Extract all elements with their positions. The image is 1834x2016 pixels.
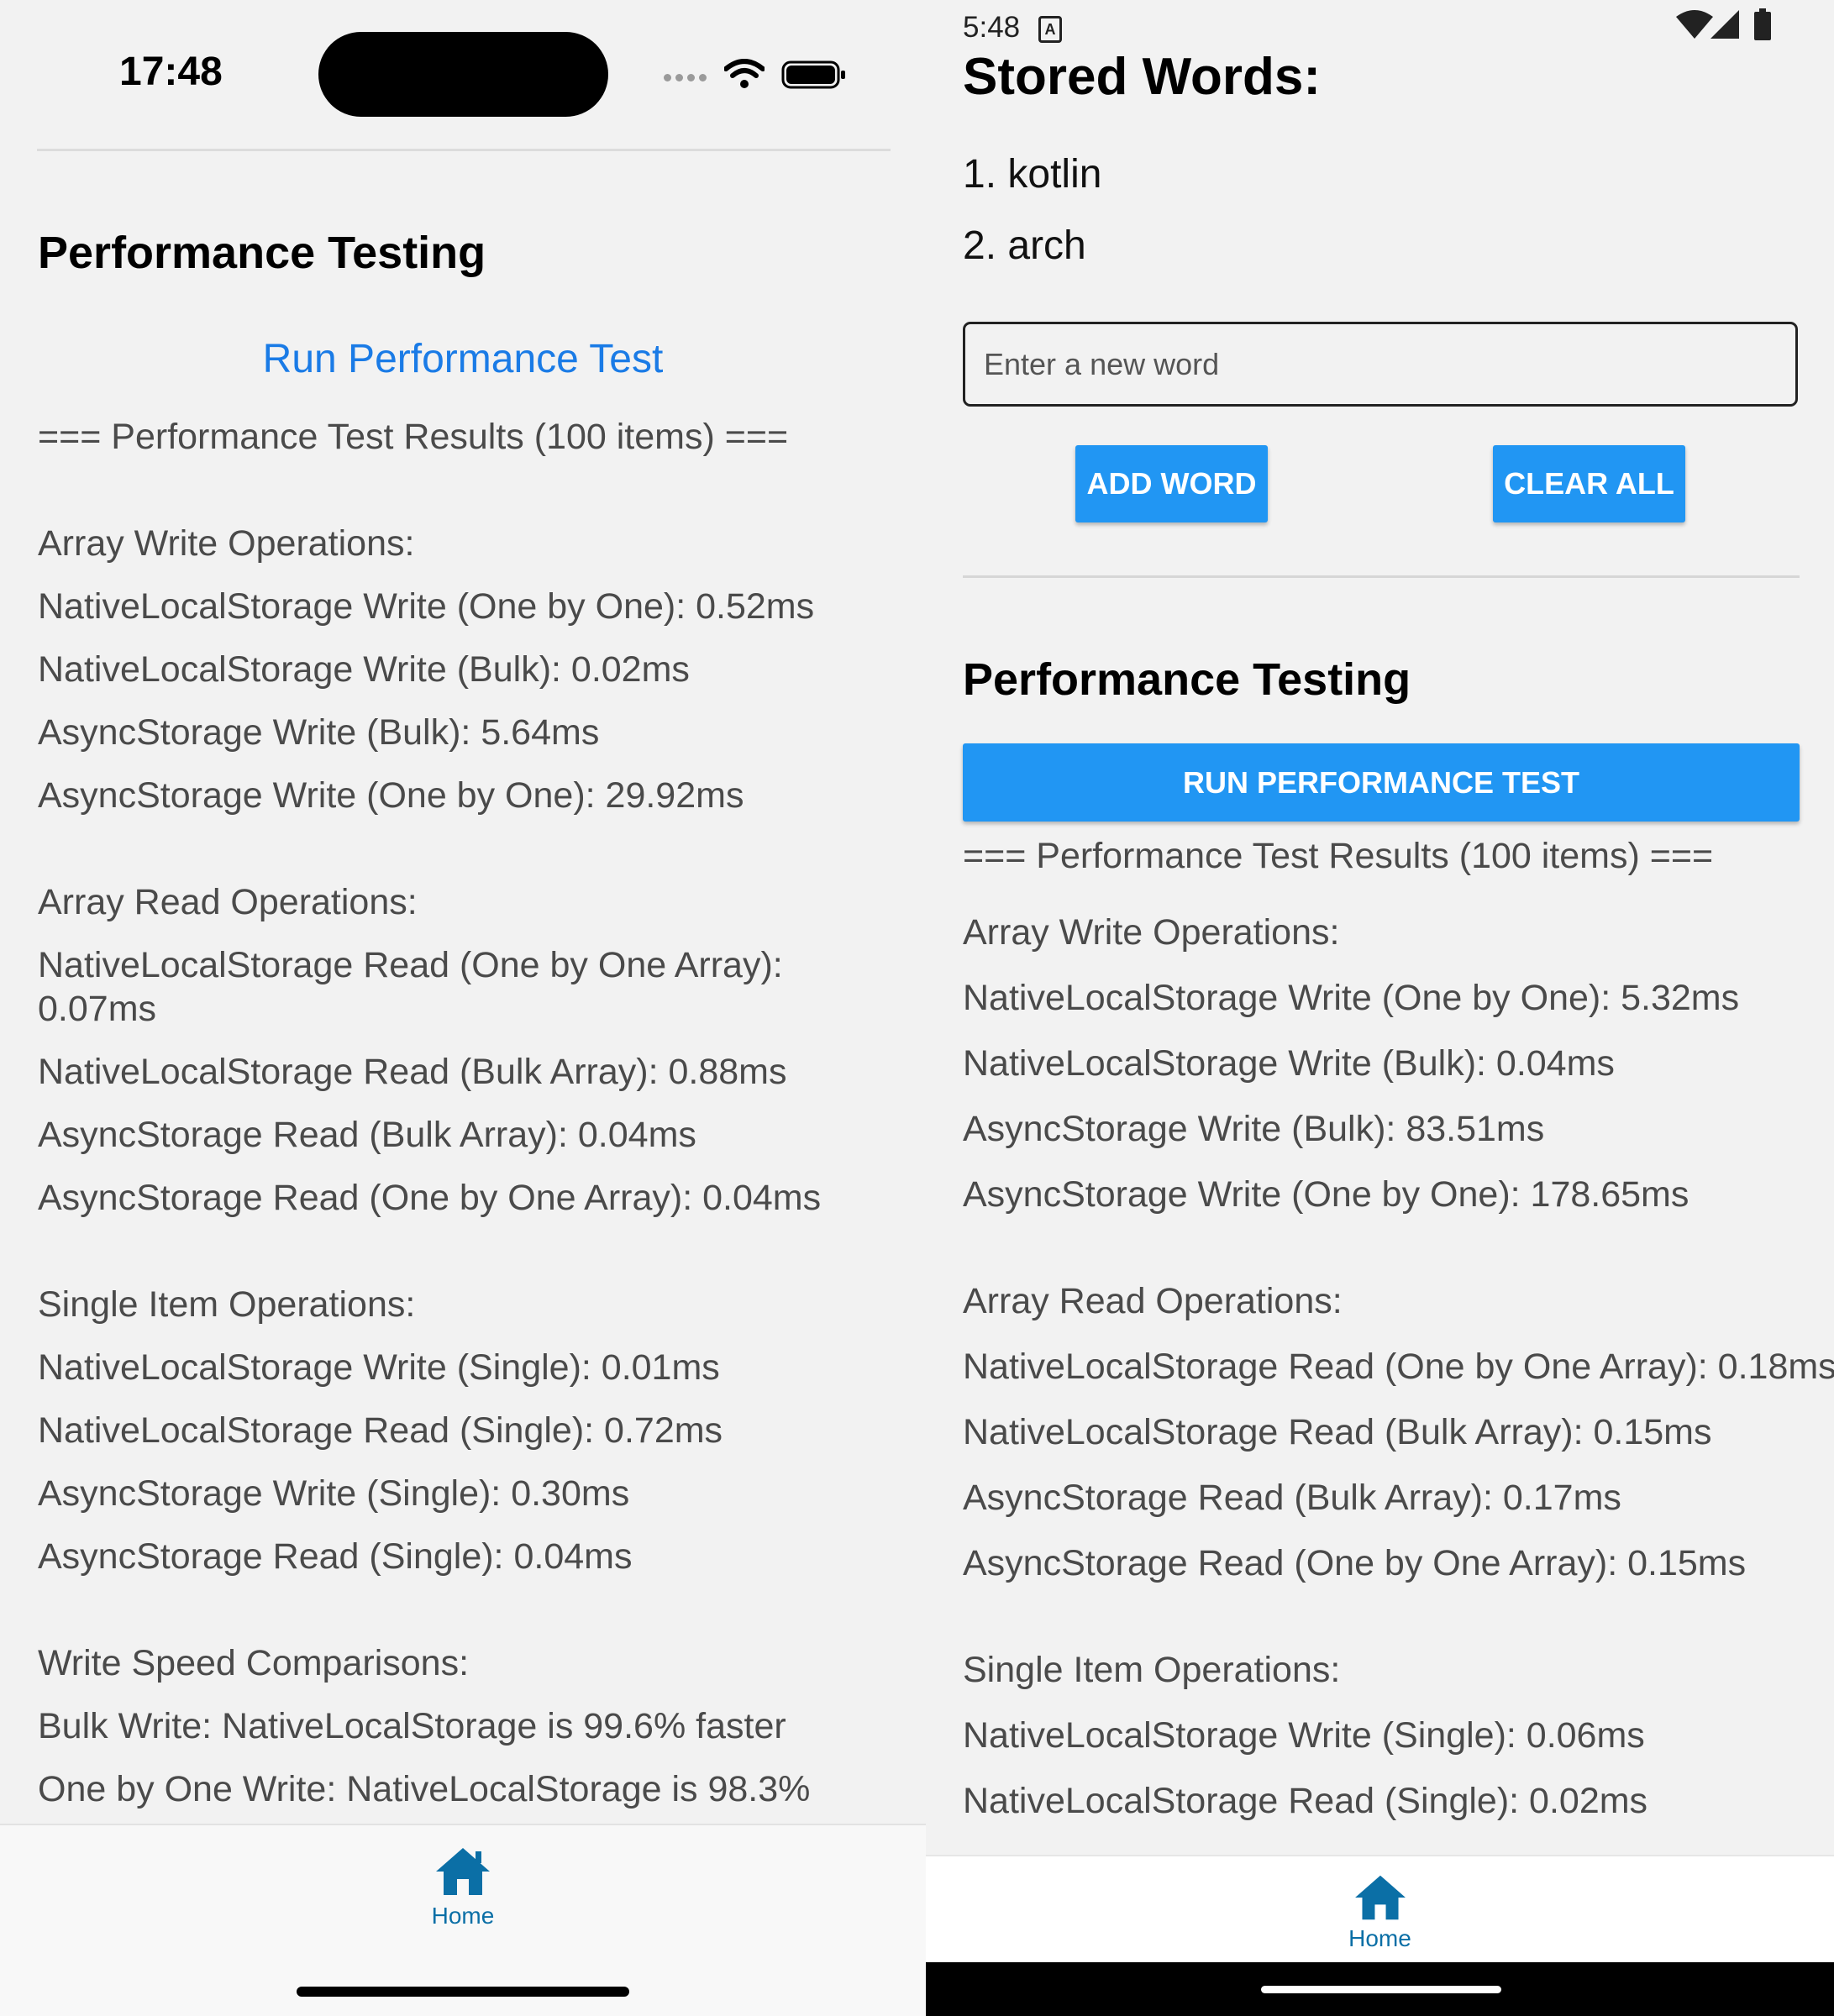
result-line: NativeLocalStorage Read (Bulk Array): 0.… — [38, 1052, 787, 1092]
result-line: AsyncStorage Read (Bulk Array): 0.04ms — [38, 1115, 696, 1155]
run-performance-test-button[interactable]: RUN PERFORMANCE TEST — [963, 743, 1800, 822]
result-line: NativeLocalStorage Write (Single): 0.06m… — [963, 1715, 1645, 1756]
result-line: NativeLocalStorage Read (One by One Arra… — [963, 1347, 1834, 1387]
section-heading: Array Read Operations: — [38, 882, 418, 922]
home-icon — [436, 1848, 490, 1895]
ios-screen: 17:48 Performance Testing Run Performanc… — [0, 0, 926, 2016]
result-line: AsyncStorage Read (Single): 0.04ms — [38, 1536, 633, 1577]
result-line: AsyncStorage Write (One by One): 29.92ms — [38, 775, 744, 816]
wifi-icon — [1676, 10, 1713, 39]
results-header: === Performance Test Results (100 items)… — [963, 836, 1714, 876]
wifi-icon — [724, 59, 765, 88]
page-title: Performance Testing — [38, 228, 486, 278]
performance-testing-title: Performance Testing — [963, 654, 1411, 705]
notification-a-icon: A — [1038, 16, 1062, 43]
result-line: NativeLocalStorage Write (Bulk): 0.04ms — [963, 1043, 1615, 1084]
tab-home[interactable]: Home — [926, 1873, 1834, 1952]
home-indicator[interactable] — [297, 1987, 629, 1997]
status-time: 5:48 — [963, 11, 1021, 44]
word-item: 2. arch — [963, 223, 1086, 268]
tab-home[interactable]: Home — [0, 1845, 926, 1929]
section-heading: Array Read Operations: — [963, 1281, 1343, 1321]
tab-home-label: Home — [431, 1903, 495, 1929]
clear-all-button[interactable]: CLEAR ALL — [1493, 445, 1685, 522]
result-line: AsyncStorage Read (One by One Array): 0.… — [963, 1543, 1747, 1583]
results-header: === Performance Test Results (100 items)… — [38, 417, 789, 457]
result-line: NativeLocalStorage Write (Single): 0.01m… — [38, 1347, 720, 1388]
result-line: AsyncStorage Write (Bulk): 83.51ms — [963, 1109, 1545, 1149]
result-line: NativeLocalStorage Read (Bulk Array): 0.… — [963, 1412, 1712, 1452]
result-line: AsyncStorage Write (One by One): 178.65m… — [963, 1174, 1689, 1215]
result-line: AsyncStorage Read (Bulk Array): 0.17ms — [963, 1478, 1621, 1518]
battery-icon — [781, 60, 845, 89]
dynamic-island — [318, 32, 608, 117]
tab-home-label: Home — [1348, 1925, 1411, 1951]
result-line: NativeLocalStorage Write (One by One): 0… — [38, 586, 815, 627]
result-line: AsyncStorage Write (Single): 0.30ms — [38, 1473, 630, 1514]
result-line: AsyncStorage Read (One by One Array): 0.… — [38, 1178, 822, 1218]
stored-words-title: Stored Words: — [963, 48, 1321, 106]
run-performance-test-button[interactable]: Run Performance Test — [0, 336, 926, 382]
section-heading: Write Speed Comparisons: — [38, 1643, 470, 1683]
result-line: NativeLocalStorage Write (Bulk): 0.02ms — [38, 649, 690, 690]
result-line: Bulk Write: NativeLocalStorage is 99.6% … — [38, 1706, 786, 1746]
add-word-button[interactable]: ADD WORD — [1075, 445, 1268, 522]
cellular-signal-icon — [664, 74, 707, 81]
result-line: One by One Write: NativeLocalStorage is … — [38, 1769, 811, 1809]
home-icon — [1354, 1875, 1406, 1920]
word-item: 1. kotlin — [963, 152, 1102, 197]
result-line: 0.07ms — [38, 989, 157, 1029]
new-word-input[interactable] — [963, 322, 1798, 407]
result-line: NativeLocalStorage Read (One by One Arra… — [38, 945, 783, 985]
android-screen: 5:48 A Stored Words: 1. kotlin 2. arch A… — [926, 0, 1834, 2016]
section-heading: Single Item Operations: — [38, 1284, 416, 1325]
battery-icon — [1754, 8, 1771, 40]
header-divider — [37, 149, 891, 151]
section-heading: Array Write Operations: — [38, 523, 415, 564]
result-line: NativeLocalStorage Read (Single): 0.02ms — [963, 1781, 1648, 1821]
result-line: NativeLocalStorage Write (One by One): 5… — [963, 978, 1740, 1018]
section-heading: Array Write Operations: — [963, 912, 1340, 953]
tab-bar: Home — [926, 1855, 1834, 1964]
result-line: NativeLocalStorage Read (Single): 0.72ms — [38, 1410, 723, 1451]
status-time: 17:48 — [119, 50, 223, 94]
cellular-signal-icon — [1711, 10, 1739, 39]
section-heading: Single Item Operations: — [963, 1650, 1341, 1690]
section-divider — [963, 575, 1800, 578]
result-line: AsyncStorage Write (Bulk): 5.64ms — [38, 712, 600, 753]
gesture-handle[interactable] — [1261, 1986, 1501, 1993]
